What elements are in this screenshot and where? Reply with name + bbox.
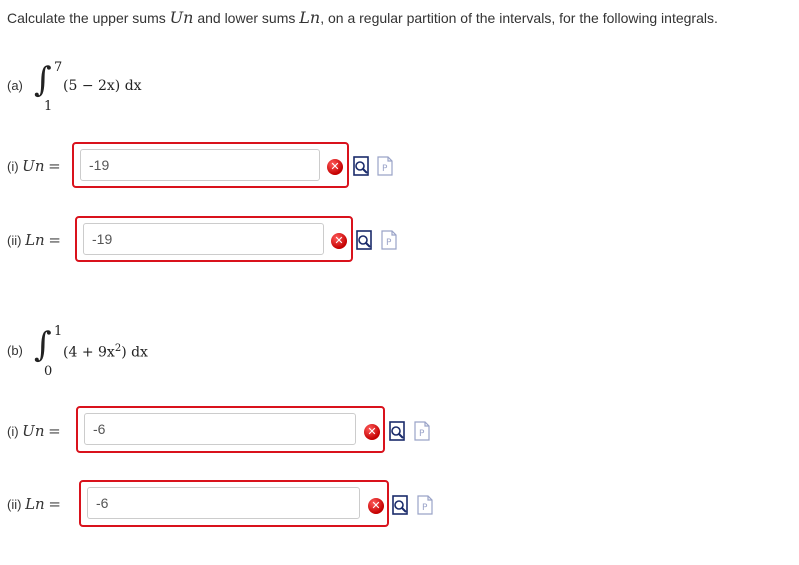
un-symbol: Un — [22, 422, 45, 440]
equals-sign: = — [48, 495, 61, 513]
question-prompt: Calculate the upper sums Un and lower su… — [7, 8, 718, 27]
prompt-text-start: Calculate the upper sums — [7, 10, 170, 26]
x-icon: ✕ — [327, 159, 343, 175]
svg-text:P: P — [382, 164, 388, 174]
preview-answer-icon[interactable] — [356, 230, 373, 250]
answer-label-a-ii: (ii) Ln = — [7, 231, 61, 249]
svg-text:P: P — [386, 238, 392, 248]
answer-a-ii-input[interactable]: -19 — [83, 223, 324, 255]
answer-a-ii-incorrect-frame: -19 ✕ — [75, 216, 353, 262]
sub-label: (i) — [7, 159, 19, 174]
upper-limit-a: 7 — [54, 60, 63, 75]
integrand-a: (5 − 2x) dx — [63, 78, 142, 94]
x-icon: ✕ — [364, 424, 380, 440]
part-a-label: (a) — [7, 78, 23, 93]
equals-sign: = — [48, 157, 61, 175]
sub-label: (i) — [7, 424, 19, 439]
answer-b-i-input[interactable]: -6 — [84, 413, 356, 445]
svg-text:P: P — [419, 429, 425, 439]
preview-answer-icon[interactable] — [353, 156, 370, 176]
answer-b-ii-input[interactable]: -6 — [87, 487, 360, 519]
sub-label: (ii) — [7, 497, 22, 512]
answer-a-i-input[interactable]: -19 — [80, 149, 320, 181]
integral-sign-a: ∫ — [34, 60, 52, 100]
integrand-b-main: (4 + 9x — [63, 344, 115, 361]
equals-sign: = — [48, 422, 61, 440]
preview-answer-icon[interactable] — [389, 421, 406, 441]
answer-label-a-i: (i) Un = — [7, 157, 61, 175]
upper-sum-symbol: Un — [169, 8, 194, 27]
equals-sign: = — [48, 231, 61, 249]
help-document-icon[interactable]: P — [381, 230, 398, 250]
help-document-icon[interactable]: P — [414, 421, 431, 441]
lower-sum-symbol: Ln — [299, 8, 321, 27]
help-document-icon[interactable]: P — [417, 495, 434, 515]
prompt-text-middle: and lower sums — [193, 10, 300, 26]
answer-a-i-incorrect-frame: -19 ✕ — [72, 142, 349, 188]
help-document-icon[interactable]: P — [377, 156, 394, 176]
preview-answer-icon[interactable] — [392, 495, 409, 515]
lower-limit-a: 1 — [44, 99, 53, 114]
answer-b-i-incorrect-frame: -6 ✕ — [76, 406, 385, 453]
upper-limit-b: 1 — [54, 324, 63, 339]
integral-sign-b: ∫ — [34, 325, 52, 365]
integrand-b: (4 + 9x2) dx — [63, 343, 148, 361]
part-b-label: (b) — [7, 343, 23, 358]
prompt-text-end: , on a regular partition of the interval… — [320, 10, 718, 26]
ln-symbol: Ln — [25, 495, 45, 513]
integrand-b-tail: ) dx — [121, 344, 148, 361]
answer-label-b-i: (i) Un = — [7, 422, 61, 440]
un-symbol: Un — [22, 157, 45, 175]
ln-symbol: Ln — [25, 231, 45, 249]
answer-b-ii-incorrect-frame: -6 ✕ — [79, 480, 389, 527]
x-icon: ✕ — [331, 233, 347, 249]
svg-text:P: P — [422, 503, 428, 513]
answer-label-b-ii: (ii) Ln = — [7, 495, 61, 513]
x-icon: ✕ — [368, 498, 384, 514]
sub-label: (ii) — [7, 233, 22, 248]
lower-limit-b: 0 — [44, 364, 53, 379]
